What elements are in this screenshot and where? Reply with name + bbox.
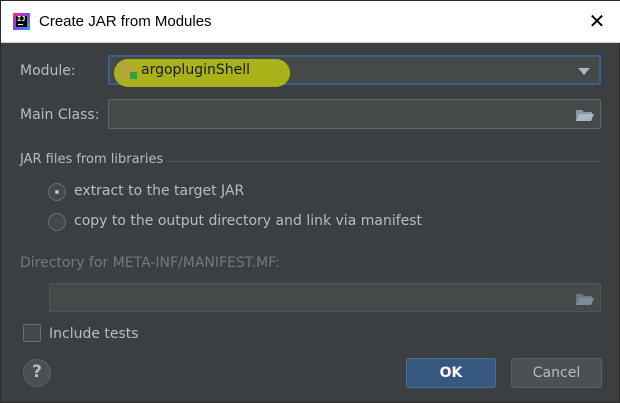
module-select[interactable]: argopluginShell — [108, 55, 601, 87]
module-value: argopluginShell — [141, 62, 250, 78]
close-icon[interactable]: ✕ — [587, 11, 607, 31]
folder-browse-icon[interactable] — [576, 109, 594, 121]
chevron-down-icon[interactable] — [578, 68, 590, 75]
folder-browse-icon[interactable] — [576, 293, 594, 305]
module-folder-icon — [119, 62, 137, 79]
dialog-title: Create JAR from Modules — [39, 13, 212, 30]
copy-option-label[interactable]: copy to the output directory and link vi… — [74, 213, 422, 229]
extract-radio[interactable] — [48, 183, 66, 201]
help-button[interactable]: ? — [23, 359, 51, 387]
manifest-dir-field[interactable] — [49, 283, 601, 312]
main-class-label: Main Class: — [20, 107, 100, 123]
include-tests-checkbox[interactable] — [23, 324, 41, 342]
main-class-field[interactable] — [108, 99, 601, 129]
app-icon-letter: IJ — [17, 15, 26, 23]
create-jar-dialog: IJ Create JAR from Modules ✕ Module: arg… — [0, 0, 620, 403]
copy-radio[interactable] — [48, 213, 66, 231]
extract-option-label[interactable]: extract to the target JAR — [74, 183, 244, 199]
title-bar: IJ Create JAR from Modules ✕ — [1, 1, 620, 43]
module-label: Module: — [20, 63, 76, 79]
manifest-dir-label: Directory for META-INF/MANIFEST.MF: — [20, 255, 280, 271]
section-divider — [166, 161, 601, 162]
intellij-app-icon: IJ — [13, 13, 30, 30]
include-tests-label[interactable]: Include tests — [49, 326, 139, 342]
cancel-button[interactable]: Cancel — [511, 358, 602, 388]
ok-button[interactable]: OK — [406, 358, 496, 388]
jar-libraries-section-label: JAR files from libraries — [20, 152, 164, 167]
